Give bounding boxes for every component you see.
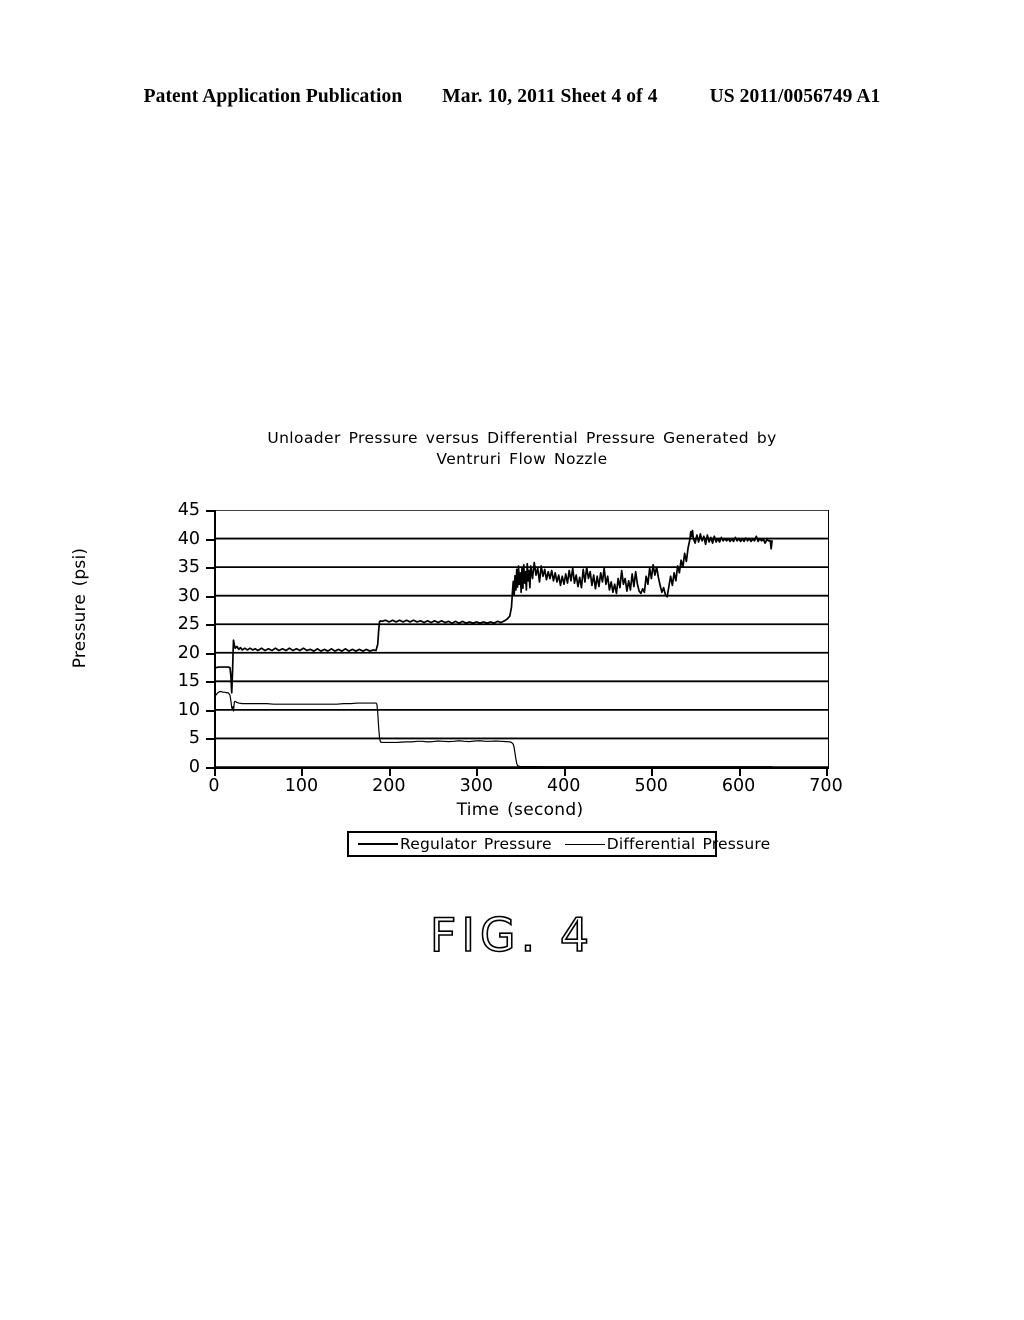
x-tick-mark-500 (651, 768, 654, 776)
plot-area (214, 510, 829, 769)
x-tick-mark-0 (214, 768, 216, 776)
legend-line-swatch-differential (564, 843, 605, 845)
x-tick-label-100: 100 (284, 776, 319, 796)
chart-title-line-2: Ventruri Flow Nozzle (436, 450, 608, 468)
x-tick-label-500: 500 (634, 776, 668, 796)
plot-canvas (216, 510, 828, 767)
chart-title: Unloader Pressure versus Differential Pr… (212, 428, 832, 470)
x-tick-label-400: 400 (547, 776, 581, 796)
x-tick-label-0: 0 (208, 776, 220, 796)
x-tick-mark-200 (388, 768, 391, 776)
y-tick-label-15: 15 (177, 671, 200, 692)
legend-entry-regulator-pressure: Regulator Pressure (358, 835, 552, 853)
series-line-regulator-pressure (216, 531, 772, 693)
y-tick-label-30: 30 (177, 585, 200, 606)
x-tick-mark-600 (738, 768, 741, 776)
legend-label-regulator: Regulator Pressure (400, 835, 552, 853)
y-axis-title: Pressure (psi) (70, 547, 90, 669)
x-tick-mark-300 (476, 768, 479, 776)
figure-4: Unloader Pressure versus Differential Pr… (0, 0, 1024, 1320)
x-tick-label-200: 200 (372, 776, 406, 796)
y-tick-label-45: 45 (177, 500, 200, 520)
y-tick-label-25: 25 (177, 614, 200, 635)
y-tick-label-40: 40 (177, 528, 200, 549)
x-tick-mark-700 (826, 768, 828, 776)
x-tick-mark-400 (563, 768, 566, 776)
x-tick-label-600: 600 (721, 776, 756, 796)
x-tick-label-300: 300 (459, 776, 493, 796)
y-tick-label-20: 20 (177, 642, 200, 663)
legend-line-swatch-regulator (358, 843, 398, 845)
chart-legend: Regulator Pressure Differential Pressure (347, 831, 770, 857)
series-line-differential-pressure (216, 692, 772, 767)
x-tick-mark-100 (301, 768, 304, 776)
data-series-group (216, 531, 772, 767)
y-tick-label-35: 35 (177, 557, 200, 578)
y-tick-label-5: 5 (188, 728, 200, 749)
figure-caption: FIG. 4 (429, 907, 595, 963)
chart-title-line-1: Unloader Pressure versus Differential Pr… (267, 429, 777, 447)
legend-label-differential: Differential Pressure (606, 835, 771, 853)
y-tick-label-10: 10 (177, 699, 200, 720)
y-tick-label-0: 0 (188, 757, 200, 777)
x-tick-label-700: 700 (809, 776, 843, 796)
gridlines (216, 510, 828, 767)
x-axis-title: Time (second) (456, 800, 584, 820)
legend-entry-differential-pressure: Differential Pressure (564, 835, 771, 853)
